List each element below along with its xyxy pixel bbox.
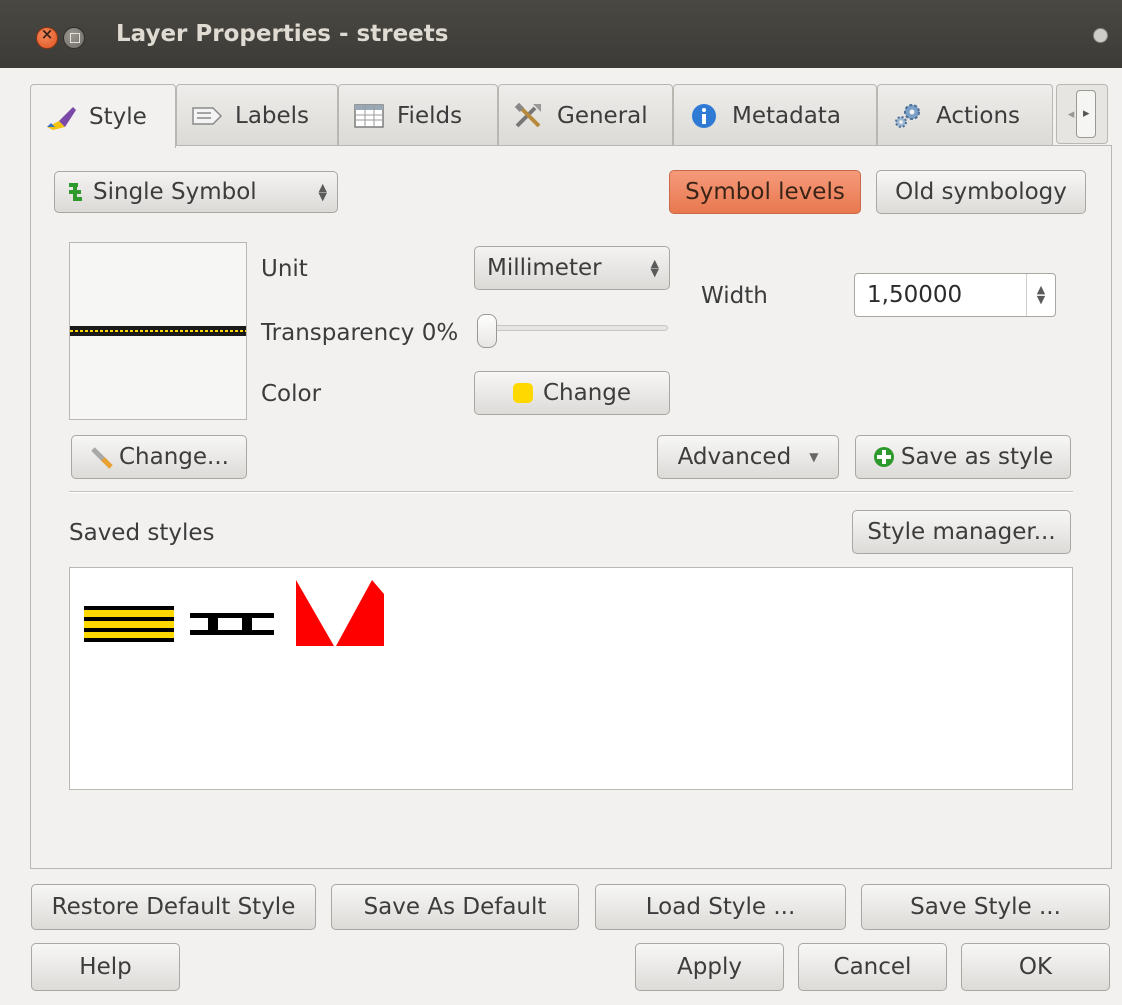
saved-styles-label: Saved styles (69, 520, 215, 546)
save-style-button[interactable]: Save Style ... (861, 884, 1110, 930)
gears-icon (892, 102, 924, 130)
help-button[interactable]: Help (31, 943, 180, 991)
maximize-window-button[interactable] (63, 27, 85, 49)
tab-scroll-right-icon[interactable]: ▸ (1076, 90, 1097, 138)
renderer-combo[interactable]: Single Symbol ▲ ▼ (54, 171, 338, 213)
tab-label: Fields (397, 102, 463, 129)
renderer-icon (67, 181, 83, 203)
tab-label: Metadata (732, 102, 841, 129)
tab-label: Actions (936, 102, 1021, 129)
combo-arrows-icon: ▲ ▼ (318, 181, 327, 203)
save-as-style-button[interactable]: Save as style (855, 435, 1071, 479)
save-as-style-label: Save as style (900, 444, 1054, 470)
close-icon: × (40, 25, 54, 43)
title-bar: × Layer Properties - streets (0, 0, 1122, 68)
color-change-button[interactable]: Change (474, 371, 670, 415)
color-swatch (512, 383, 533, 403)
style-swatch-yellow-road[interactable] (84, 606, 174, 642)
color-label: Color (261, 381, 322, 407)
tab-scroll-buttons: ◂ ▸ (1056, 84, 1108, 144)
add-icon (873, 446, 895, 468)
tab-actions[interactable]: Actions (877, 84, 1053, 146)
line-symbol-preview (70, 326, 246, 336)
close-window-button[interactable]: × (36, 25, 58, 49)
tools-icon (513, 102, 545, 130)
load-style-button[interactable]: Load Style ... (595, 884, 846, 930)
transparency-slider-handle[interactable] (477, 314, 497, 348)
cancel-button[interactable]: Cancel (798, 943, 947, 991)
ok-button[interactable]: OK (961, 943, 1110, 991)
tab-label: General (557, 102, 648, 129)
info-icon (688, 102, 720, 130)
color-change-label: Change (542, 380, 632, 406)
window-title: Layer Properties - streets (116, 21, 449, 47)
unit-combo[interactable]: Millimeter ▲ ▼ (474, 246, 670, 290)
style-swatch-railway[interactable] (190, 613, 274, 635)
width-label: Width (701, 283, 768, 309)
saved-styles-list (69, 567, 1073, 790)
tab-labels[interactable]: Labels (176, 84, 338, 146)
unit-value: Millimeter (487, 255, 602, 281)
old-symbology-button[interactable]: Old symbology (876, 170, 1086, 214)
tab-general[interactable]: General (498, 84, 673, 146)
chevron-down-icon: ▼ (809, 450, 819, 464)
advanced-label: Advanced (677, 444, 792, 470)
style-swatch-red-triangles[interactable] (296, 580, 384, 646)
style-manager-button[interactable]: Style manager... (852, 510, 1071, 554)
layer-properties-window: × Layer Properties - streets Style Label… (0, 0, 1122, 1005)
tab-label: Style (89, 103, 147, 130)
paintbrush-icon (45, 103, 77, 131)
combo-arrows-icon: ▲ ▼ (650, 257, 659, 279)
width-spinbox[interactable]: 1,50000 ▲ ▼ (854, 273, 1056, 317)
renderer-value: Single Symbol (93, 179, 257, 205)
advanced-button[interactable]: Advanced ▼ (657, 435, 839, 479)
restore-default-style-button[interactable]: Restore Default Style (31, 884, 316, 930)
change-symbol-label: Change... (119, 444, 229, 470)
label-icon (191, 102, 223, 130)
unit-label: Unit (261, 256, 308, 282)
apply-button[interactable]: Apply (635, 943, 784, 991)
save-as-default-button[interactable]: Save As Default (331, 884, 579, 930)
section-divider (69, 491, 1073, 493)
wrench-icon (89, 445, 115, 469)
transparency-label: Transparency 0% (261, 320, 459, 346)
change-symbol-button[interactable]: Change... (71, 435, 247, 479)
tab-style[interactable]: Style (30, 84, 176, 148)
tab-scroll-left-icon[interactable]: ◂ (1068, 107, 1075, 122)
symbol-preview (69, 242, 247, 420)
spinbox-arrows-icon[interactable]: ▲ ▼ (1026, 274, 1055, 316)
window-menu-dot-icon[interactable] (1093, 28, 1108, 43)
transparency-slider[interactable] (486, 325, 668, 331)
width-value: 1,50000 (867, 282, 963, 308)
table-icon (353, 102, 385, 130)
tab-fields[interactable]: Fields (338, 84, 498, 146)
symbol-levels-button[interactable]: Symbol levels (669, 170, 861, 214)
tab-metadata[interactable]: Metadata (673, 84, 877, 146)
tab-label: Labels (235, 102, 310, 129)
